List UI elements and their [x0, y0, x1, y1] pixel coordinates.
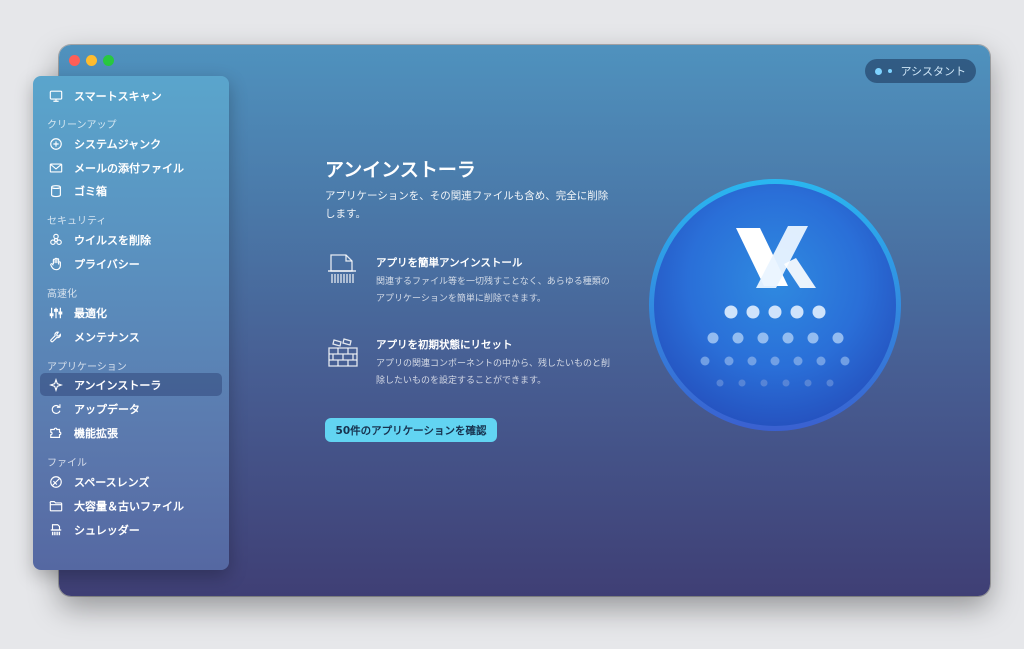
uninstaller-icon	[48, 377, 64, 393]
sidebar-item-large-old-files[interactable]: 大容量＆古いファイル	[40, 494, 222, 517]
close-window-button[interactable]	[69, 55, 80, 66]
sidebar-item-uninstaller[interactable]: アンインストーラ	[40, 373, 222, 396]
sidebar-item-label: ウイルスを削除	[74, 233, 151, 247]
feature-title: アプリを簡単アンインストール	[376, 257, 523, 269]
assistant-dot-small-icon	[888, 69, 893, 73]
uninstaller-hero-icon	[648, 178, 902, 432]
window-controls	[69, 55, 114, 66]
sidebar-item-label: アップデータ	[74, 402, 140, 416]
folder-icon	[48, 498, 64, 514]
sidebar-item-label: シュレッダー	[74, 523, 140, 537]
sidebar-item-label: 最適化	[74, 306, 107, 320]
sidebar-item-label: ゴミ箱	[74, 184, 107, 198]
sidebar: スマートスキャン クリーンアップ システムジャンク メールの添付ファイル ゴミ箱…	[33, 76, 229, 570]
sidebar-item-label: システムジャンク	[74, 137, 162, 151]
assistant-button[interactable]: アシスタント	[865, 59, 976, 83]
sidebar-section-files: ファイル	[47, 458, 87, 469]
hand-icon	[48, 256, 64, 272]
feature-description: 関連するファイル等を一切残すことなく、あらゆる種類のアプリケーションを簡単に削除…	[376, 277, 610, 304]
zoom-window-button[interactable]	[103, 55, 114, 66]
minimize-window-button[interactable]	[86, 55, 97, 66]
sidebar-item-label: プライバシー	[74, 257, 140, 271]
updater-icon	[48, 401, 64, 417]
sidebar-item-shredder[interactable]: シュレッダー	[40, 518, 222, 541]
shredder-icon	[48, 522, 64, 538]
monitor-icon	[48, 88, 64, 104]
feature-title: アプリを初期状態にリセット	[376, 339, 513, 351]
biohazard-icon	[48, 232, 64, 248]
extensions-icon	[48, 425, 64, 441]
sidebar-item-label: アンインストーラ	[74, 378, 162, 392]
sidebar-item-system-junk[interactable]: システムジャンク	[40, 132, 222, 155]
sidebar-item-remove-virus[interactable]: ウイルスを削除	[40, 228, 222, 251]
sidebar-item-updater[interactable]: アップデータ	[40, 397, 222, 420]
shredding-document-icon	[326, 252, 360, 286]
mail-icon	[48, 160, 64, 176]
sidebar-item-smart-scan[interactable]: スマートスキャン	[40, 84, 222, 107]
sidebar-item-privacy[interactable]: プライバシー	[40, 252, 222, 275]
sliders-icon	[48, 305, 64, 321]
sidebar-item-optimization[interactable]: 最適化	[40, 301, 222, 324]
sidebar-item-label: スペースレンズ	[74, 475, 150, 489]
sidebar-item-extensions[interactable]: 機能拡張	[40, 421, 222, 444]
brick-wall-icon	[326, 336, 360, 370]
junk-icon	[48, 136, 64, 152]
page-description: アプリケーションを、その関連ファイルも含め、完全に削除します。	[325, 190, 609, 220]
sidebar-item-maintenance[interactable]: メンテナンス	[40, 325, 222, 348]
sidebar-item-label: 機能拡張	[74, 426, 118, 440]
sidebar-item-label: メンテナンス	[74, 330, 140, 344]
assistant-label: アシスタント	[900, 65, 966, 78]
sidebar-section-cleanup: クリーンアップ	[47, 120, 117, 131]
sidebar-item-label: 大容量＆古いファイル	[74, 499, 184, 513]
assistant-dot-icon	[875, 67, 883, 75]
sidebar-item-trash[interactable]: ゴミ箱	[40, 179, 222, 202]
sidebar-item-mail-attachments[interactable]: メールの添付ファイル	[40, 156, 222, 179]
trash-icon	[48, 183, 64, 199]
sidebar-section-applications: アプリケーション	[47, 362, 127, 373]
review-applications-button[interactable]: 50件のアプリケーションを確認	[325, 418, 497, 442]
sidebar-section-speed: 高速化	[47, 289, 77, 300]
sidebar-item-space-lens[interactable]: スペースレンズ	[40, 470, 222, 493]
feature-description: アプリの関連コンポーネントの中から、残したいものと削除したいものを設定することが…	[376, 359, 611, 386]
space-lens-icon	[48, 474, 64, 490]
page-title: アンインストーラ	[325, 159, 476, 181]
sidebar-item-label: スマートスキャン	[74, 89, 162, 103]
sidebar-section-security: セキュリティ	[47, 216, 107, 227]
wrench-icon	[48, 329, 64, 345]
sidebar-item-label: メールの添付ファイル	[74, 161, 184, 175]
